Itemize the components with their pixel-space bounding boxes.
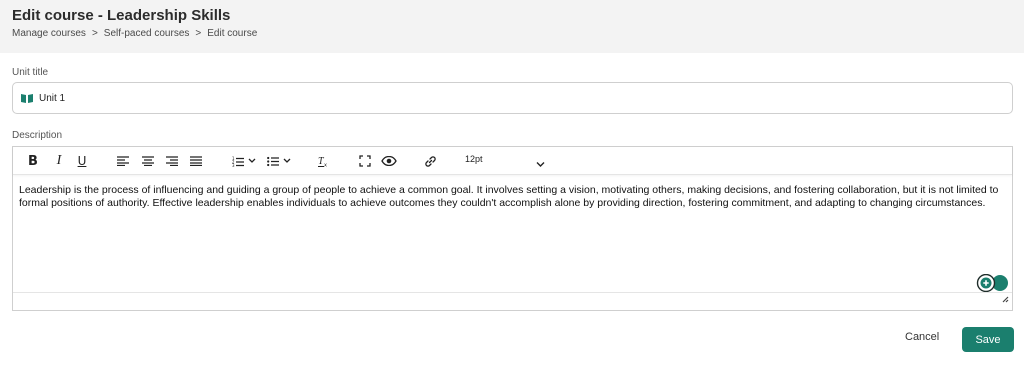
chevron-down-icon bbox=[283, 158, 291, 163]
align-justify-icon bbox=[190, 156, 202, 166]
breadcrumb-separator: > bbox=[91, 28, 98, 39]
numbered-list-dropdown[interactable]: 123 bbox=[231, 152, 257, 170]
unit-title-value: Unit 1 bbox=[39, 92, 66, 104]
breadcrumb: Manage courses > Self-paced courses > Ed… bbox=[12, 28, 257, 39]
fullscreen-button[interactable] bbox=[357, 152, 373, 170]
font-size-dropdown[interactable] bbox=[536, 155, 545, 173]
align-left-icon bbox=[117, 156, 129, 166]
font-size-select-value[interactable]: 12pt bbox=[465, 154, 483, 164]
svg-text:x: x bbox=[324, 163, 327, 168]
page-title: Edit course - Leadership Skills bbox=[12, 7, 231, 24]
align-left-button[interactable] bbox=[116, 152, 130, 170]
breadcrumb-separator: > bbox=[195, 28, 202, 39]
fullscreen-icon bbox=[359, 155, 371, 167]
align-right-icon bbox=[166, 156, 178, 166]
clear-formatting-button[interactable]: Tx bbox=[316, 152, 330, 170]
link-button[interactable] bbox=[423, 152, 437, 170]
breadcrumb-edit-course: Edit course bbox=[207, 28, 258, 39]
editor-status-bar bbox=[13, 292, 1012, 310]
chevron-down-icon bbox=[248, 158, 256, 163]
book-icon bbox=[21, 93, 33, 103]
description-content[interactable]: Leadership is the process of influencing… bbox=[19, 184, 1009, 210]
unit-title-input[interactable]: Unit 1 bbox=[12, 82, 1013, 114]
editor-toolbar: B I U 123 Tx 12pt bbox=[13, 147, 1012, 175]
breadcrumb-self-paced-courses[interactable]: Self-paced courses bbox=[104, 28, 190, 39]
cancel-button[interactable]: Cancel bbox=[905, 331, 939, 343]
numbered-list-icon: 123 bbox=[232, 156, 244, 167]
page-header: Edit course - Leadership Skills Manage c… bbox=[0, 0, 1024, 53]
bold-button[interactable]: B bbox=[27, 152, 39, 170]
italic-button[interactable]: I bbox=[53, 152, 65, 170]
align-right-button[interactable] bbox=[165, 152, 179, 170]
align-center-button[interactable] bbox=[141, 152, 155, 170]
breadcrumb-manage-courses[interactable]: Manage courses bbox=[12, 28, 86, 39]
unit-title-label: Unit title bbox=[12, 67, 49, 78]
link-icon bbox=[424, 155, 436, 167]
eye-icon bbox=[381, 156, 397, 166]
save-button[interactable]: Save bbox=[962, 327, 1014, 352]
resize-handle-icon[interactable] bbox=[1001, 290, 1009, 308]
description-editor[interactable]: B I U 123 Tx 12pt Leadership is the proc… bbox=[12, 146, 1013, 311]
underline-button[interactable]: U bbox=[76, 152, 88, 170]
description-label: Description bbox=[12, 130, 63, 141]
clear-formatting-icon: Tx bbox=[317, 156, 327, 168]
bullet-list-dropdown[interactable] bbox=[266, 152, 292, 170]
chevron-down-icon bbox=[536, 162, 545, 167]
bullet-list-icon bbox=[267, 156, 279, 166]
preview-button[interactable] bbox=[380, 152, 398, 170]
align-center-icon bbox=[142, 156, 154, 166]
svg-text:3: 3 bbox=[232, 163, 235, 167]
align-justify-button[interactable] bbox=[189, 152, 203, 170]
